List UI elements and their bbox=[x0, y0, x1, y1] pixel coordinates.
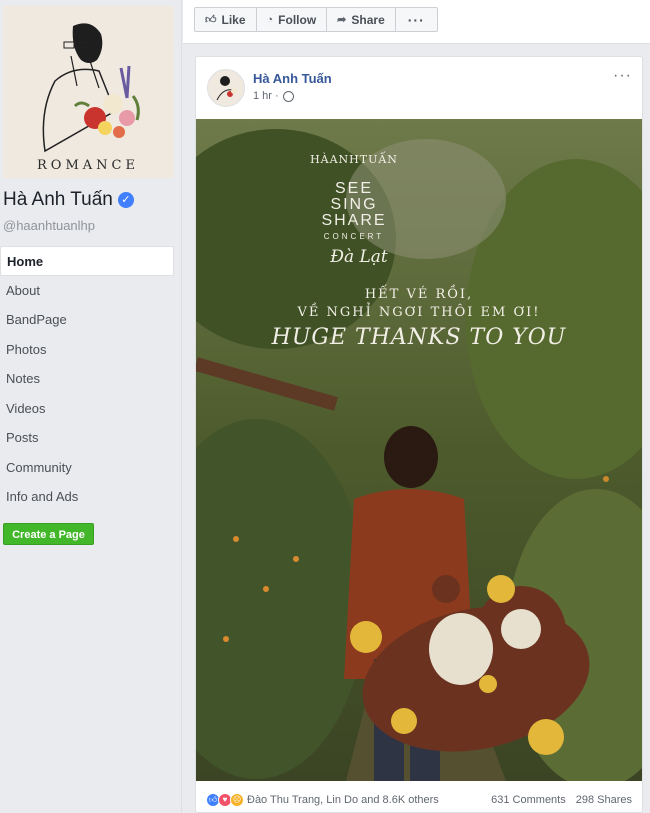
like-page-button[interactable]: 👍︎ Like bbox=[195, 8, 257, 31]
create-page-button[interactable]: Create a Page bbox=[3, 523, 94, 545]
poster-thanks: HUGE THANKS TO YOU bbox=[271, 325, 567, 350]
follow-button[interactable]: ◔ Follow bbox=[257, 8, 328, 31]
nav-item-info-and-ads[interactable]: Info and Ads bbox=[0, 482, 174, 512]
page-nav: Home About BandPage Photos Notes Videos … bbox=[0, 246, 174, 512]
follow-label: Follow bbox=[278, 12, 317, 27]
page-handle[interactable]: @haanhtuanlhp bbox=[3, 218, 95, 233]
share-page-button[interactable]: ➦ Share bbox=[327, 8, 396, 31]
cover-title: ROMANCE bbox=[37, 158, 139, 173]
poster-headline-1: HẾT VÉ RỒI, bbox=[364, 287, 474, 302]
poster-sing-line: SING bbox=[330, 196, 378, 213]
rss-icon: ◔ bbox=[266, 13, 274, 26]
poster-share-line: SHARE bbox=[321, 212, 387, 229]
nav-item-notes[interactable]: Notes bbox=[0, 364, 174, 394]
reaction-summary[interactable]: Đào Thu Trang, Lin Do and 8.6K others bbox=[247, 794, 491, 806]
nav-item-community[interactable]: Community bbox=[0, 453, 174, 483]
nav-item-home[interactable]: Home bbox=[0, 246, 174, 276]
poster-dalat: Đà Lạt bbox=[330, 247, 388, 267]
romance-album-cover: ROMANCE bbox=[3, 6, 174, 178]
profile-picture[interactable]: ROMANCE bbox=[3, 6, 174, 178]
page-action-bar: 👍︎ Like ◔ Follow ➦ Share ··· bbox=[183, 0, 650, 44]
post-options-button[interactable]: ··· bbox=[613, 67, 632, 85]
poster-see-line: SEE bbox=[334, 180, 373, 197]
shares-count[interactable]: 298 Shares bbox=[576, 794, 632, 806]
nav-item-videos[interactable]: Videos bbox=[0, 394, 174, 424]
poster-concert: CONCERT bbox=[323, 232, 385, 241]
more-options-button[interactable]: ··· bbox=[396, 8, 437, 31]
share-arrow-icon: ➦ bbox=[337, 14, 347, 26]
reaction-icons[interactable]: 👍︎ ♥ ☹ bbox=[206, 793, 244, 807]
poster-see: SEE SING SHARE bbox=[196, 181, 577, 229]
avatar-image bbox=[208, 70, 244, 106]
like-label: Like bbox=[221, 12, 246, 27]
post-author-avatar[interactable] bbox=[207, 69, 245, 107]
nav-item-posts[interactable]: Posts bbox=[0, 423, 174, 453]
nav-item-bandpage[interactable]: BandPage bbox=[0, 305, 174, 335]
post-author-name[interactable]: Hà Anh Tuấn bbox=[253, 71, 332, 86]
post-meta: 1 hr · bbox=[253, 90, 294, 102]
sad-reaction-icon: ☹ bbox=[230, 793, 244, 807]
left-sidebar: ROMANCE Hà Anh Tuấn ✓ @haanhtuanlhp Home… bbox=[0, 0, 182, 813]
post-card: Hà Anh Tuấn 1 hr · ··· HÀANHTUẤN SEE SIN… bbox=[195, 56, 643, 813]
nav-item-about[interactable]: About bbox=[0, 276, 174, 306]
poster-brand: HÀANHTUẤN bbox=[310, 153, 398, 166]
share-label: Share bbox=[351, 12, 385, 27]
action-buttons: 👍︎ Like ◔ Follow ➦ Share ··· bbox=[194, 7, 438, 32]
post-photo[interactable]: HÀANHTUẤN SEE SING SHARE CONCERT Đà Lạt … bbox=[196, 119, 642, 781]
page-name[interactable]: Hà Anh Tuấn ✓ bbox=[3, 189, 134, 211]
post-timestamp[interactable]: 1 hr · bbox=[253, 90, 279, 102]
comments-count[interactable]: 631 Comments bbox=[491, 794, 566, 806]
poster-headline-2: VỀ NGHỈ NGƠI THÔI EM ƠI! bbox=[297, 305, 541, 320]
page-name-text: Hà Anh Tuấn bbox=[3, 189, 113, 210]
thumbs-up-icon: 👍︎ bbox=[205, 14, 217, 26]
verified-badge-icon: ✓ bbox=[117, 192, 134, 208]
nav-item-photos[interactable]: Photos bbox=[0, 335, 174, 365]
post-footer: 👍︎ ♥ ☹ Đào Thu Trang, Lin Do and 8.6K ot… bbox=[196, 789, 642, 811]
globe-icon bbox=[282, 90, 294, 102]
